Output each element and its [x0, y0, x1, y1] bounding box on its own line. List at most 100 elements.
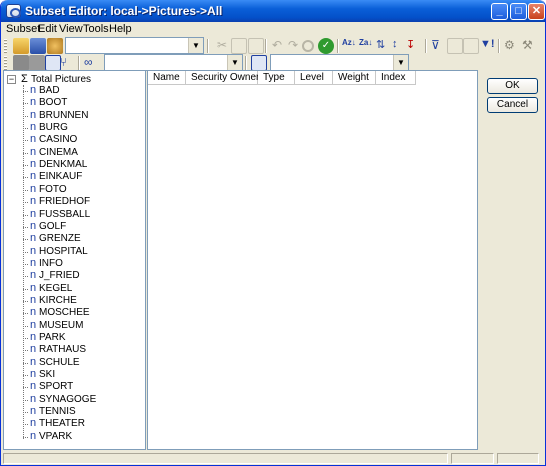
- attribute-combo[interactable]: ▼: [104, 54, 243, 71]
- minimize-button[interactable]: _: [491, 3, 508, 20]
- column-header-weight[interactable]: Weight: [333, 71, 376, 85]
- window-title: Subset Editor: local->Pictures->All: [25, 4, 223, 18]
- tree-item-label: MOSCHEE: [39, 307, 90, 319]
- properties-icon[interactable]: [45, 55, 61, 71]
- chevron-down-icon[interactable]: ▼: [188, 38, 203, 53]
- status-panel-3: [497, 453, 539, 464]
- collapse-toggle-icon[interactable]: −: [7, 75, 16, 84]
- menu-edit[interactable]: Edit: [38, 23, 57, 35]
- tree-item-label: FUSSBALL: [39, 208, 91, 220]
- tree-branch-line: [23, 214, 28, 216]
- expand-icon[interactable]: [13, 55, 29, 71]
- tree-branch-line: [23, 91, 28, 92]
- tree-item-label: HOSPITAL: [39, 245, 88, 257]
- cut-icon[interactable]: ✂: [214, 38, 230, 54]
- column-header-name[interactable]: Name: [148, 71, 186, 85]
- tree-branch-line: [23, 387, 28, 389]
- numeric-element-icon: n: [30, 355, 37, 368]
- subset-combo[interactable]: ▼: [65, 37, 204, 54]
- filter-list-icon[interactable]: [447, 38, 463, 54]
- tree-item-label: THEATER: [39, 418, 85, 430]
- paste-icon[interactable]: [248, 38, 264, 54]
- toolbar-separator: [78, 56, 80, 70]
- tree-item-label: KIRCHE: [39, 294, 77, 306]
- toolbar-grip[interactable]: [4, 39, 7, 53]
- numeric-element-icon: n: [30, 256, 37, 269]
- ok-check-icon[interactable]: ✓: [318, 38, 334, 54]
- tree-branch-line: [23, 399, 28, 401]
- collapse-icon[interactable]: [29, 55, 45, 71]
- numeric-element-icon: n: [30, 219, 37, 232]
- numeric-element-icon: n: [30, 145, 37, 158]
- copy-icon[interactable]: [231, 38, 247, 54]
- tree-branch-line: [23, 362, 28, 364]
- tree-branch-line: [23, 128, 28, 130]
- menu-subset[interactable]: Subset: [6, 23, 40, 35]
- filter-attribute-icon[interactable]: ▼!: [480, 38, 496, 54]
- tree-item-label: FOTO: [39, 183, 67, 195]
- tree-item-label: BURG: [39, 122, 68, 134]
- menu-tools[interactable]: Tools: [83, 23, 109, 35]
- tree-branch-line: [23, 288, 28, 290]
- sort-asc-icon[interactable]: Az↓: [342, 38, 358, 54]
- tree-branch-line: [23, 152, 28, 154]
- close-button[interactable]: ✕: [528, 3, 545, 20]
- cancel-button[interactable]: Cancel: [487, 97, 538, 113]
- settings-icon[interactable]: ⚙: [504, 38, 520, 54]
- sigma-icon: Σ: [21, 73, 28, 85]
- toolbar-separator: [425, 39, 427, 53]
- ok-button[interactable]: OK: [487, 78, 538, 94]
- sort-level-icon[interactable]: ↧: [406, 38, 422, 54]
- menu-help[interactable]: Help: [109, 23, 132, 35]
- tree-item-label: RATHAUS: [39, 344, 87, 356]
- tree-item-label: CINEMA: [39, 146, 78, 158]
- new-subset-icon[interactable]: [13, 38, 29, 54]
- tree-branch-line: [23, 115, 28, 117]
- tree-item-label: BOOT: [39, 97, 68, 109]
- sort-hierarchy-asc-icon[interactable]: ⇅: [376, 38, 392, 54]
- element-grid[interactable]: Name Security Owner Type Level Weight In…: [147, 70, 478, 450]
- title-bar[interactable]: Subset Editor: local->Pictures->All _ □ …: [1, 0, 545, 22]
- tree-item-label: KEGEL: [39, 282, 73, 294]
- tree-item-label: SCHULE: [39, 356, 80, 368]
- cancel-icon[interactable]: [302, 40, 314, 52]
- redo-icon[interactable]: ↷: [285, 38, 301, 54]
- status-panel-main: [3, 453, 448, 464]
- toolbar-grip[interactable]: [4, 56, 7, 70]
- main-toolbar: ▼ ✂ ↶ ↷ ✓ Az↓ Za↓ ⇅ ↕ ↧ ⊽ ▼! ⚙ ⚒: [1, 37, 545, 55]
- numeric-element-icon: n: [30, 429, 37, 442]
- tree-item-label: GOLF: [39, 220, 67, 232]
- filter-clear-icon[interactable]: [463, 38, 479, 54]
- numeric-element-icon: n: [30, 195, 37, 208]
- menu-bar: Subset Edit View Tools Help: [1, 22, 545, 36]
- menu-view[interactable]: View: [59, 23, 83, 35]
- sort-desc-icon[interactable]: Za↓: [359, 38, 375, 54]
- status-panel-2: [451, 453, 494, 464]
- save-as-icon[interactable]: [47, 38, 63, 54]
- column-header-level[interactable]: Level: [295, 71, 333, 85]
- save-icon[interactable]: [30, 38, 46, 54]
- subset-tree[interactable]: − Σ Total Pictures n BAD n BOOT n BRUNNEN n BUR…: [3, 70, 146, 450]
- alias-combo[interactable]: ▼: [270, 54, 409, 71]
- tree-branch-line: [23, 313, 28, 315]
- column-header-index[interactable]: Index: [376, 71, 416, 85]
- column-header-security-owner[interactable]: Security Owner: [186, 71, 259, 85]
- tree-item-label: INFO: [39, 257, 63, 269]
- chevron-down-icon[interactable]: ▼: [227, 55, 242, 70]
- numeric-element-icon: n: [30, 158, 37, 171]
- filter-icon[interactable]: ⊽: [431, 38, 447, 54]
- undo-icon[interactable]: ↶: [269, 38, 285, 54]
- tree-line: [23, 85, 24, 439]
- numeric-element-icon: n: [30, 207, 37, 220]
- tree-item-label: BRUNNEN: [39, 109, 89, 121]
- chevron-down-icon[interactable]: ▼: [393, 55, 408, 70]
- toolbar-separator: [337, 39, 339, 53]
- tools-icon[interactable]: ⚒: [522, 38, 538, 54]
- link-icon[interactable]: ∞: [84, 55, 100, 71]
- table-icon[interactable]: [251, 55, 267, 71]
- hierarchy-icon[interactable]: ⑂: [60, 55, 76, 71]
- tree-item-label: TENNIS: [39, 406, 76, 418]
- column-header-type[interactable]: Type: [258, 71, 295, 85]
- maximize-button[interactable]: □: [510, 3, 527, 20]
- numeric-element-icon: n: [30, 293, 37, 306]
